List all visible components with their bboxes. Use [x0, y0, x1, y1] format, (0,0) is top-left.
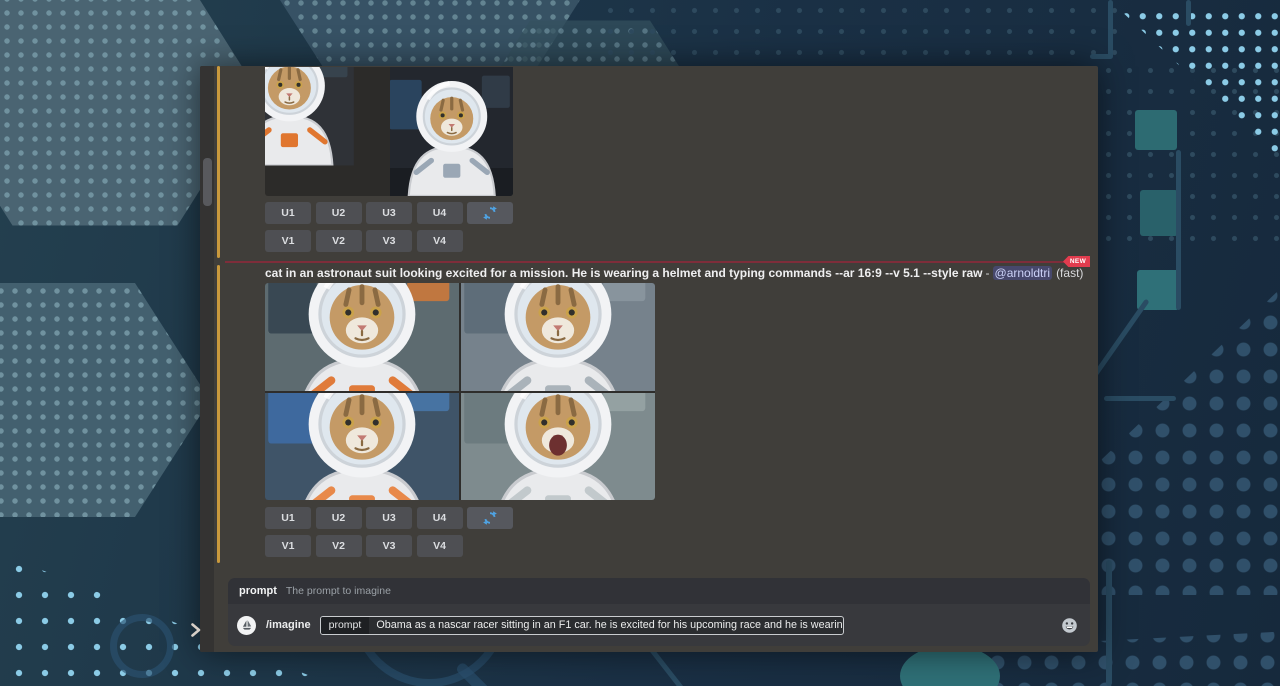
u1-button[interactable]: U1: [265, 507, 311, 529]
channel-scrollbar-track[interactable]: [200, 66, 214, 652]
user-mention[interactable]: @arnoldtri: [993, 266, 1053, 280]
prompt-field-value[interactable]: Obama as a nascar racer sitting in an F1…: [369, 619, 843, 631]
reroll-icon: [483, 511, 497, 525]
prompt-field[interactable]: prompt Obama as a nascar racer sitting i…: [320, 616, 844, 635]
generated-image-grid[interactable]: [265, 283, 655, 500]
circuit-trace: [1186, 0, 1191, 26]
message-prompt-text: cat in an astronaut suit looking excited…: [265, 266, 1085, 280]
circuit-trace: [1104, 396, 1176, 401]
circuit-square: [1135, 110, 1177, 150]
cat-astronaut-image-3[interactable]: [265, 393, 459, 501]
circuit-trace: [1090, 54, 1113, 59]
screen: U1 U2 U3 U4 V1 V2 V3 V4 NEW cat in an as…: [0, 0, 1280, 686]
option-description: The prompt to imagine: [286, 585, 391, 597]
variation-button-row: V1 V2 V3 V4: [265, 535, 463, 557]
v3-button[interactable]: V3: [366, 535, 412, 557]
circuit-trace: [1176, 150, 1181, 310]
cat-astronaut-image[interactable]: [390, 67, 514, 196]
upscale-button-row: U1 U2 U3 U4: [265, 507, 513, 529]
v3-button[interactable]: V3: [366, 230, 412, 252]
magnifier-handle: [455, 661, 512, 686]
reroll-button[interactable]: [467, 202, 513, 224]
v4-button[interactable]: V4: [417, 230, 463, 252]
prompt-field-label: prompt: [321, 617, 370, 634]
circle-illustration: [110, 614, 174, 678]
message-accent-bar: [217, 66, 220, 258]
cat-astronaut-image-4[interactable]: [461, 393, 655, 501]
cyan-dot-pattern: [1118, 8, 1280, 160]
emoji-picker-icon[interactable]: [1061, 617, 1078, 634]
v1-button[interactable]: V1: [265, 535, 311, 557]
new-messages-divider: [225, 261, 1089, 263]
prompt-text: cat in an astronaut suit looking excited…: [265, 266, 983, 280]
sailboat-icon: [241, 619, 253, 631]
hexagon-pattern: [0, 270, 210, 530]
circuit-trace: [1108, 0, 1113, 58]
dot-pattern: [600, 0, 1120, 66]
discord-window: U1 U2 U3 U4 V1 V2 V3 V4 NEW cat in an as…: [200, 66, 1098, 652]
u3-button[interactable]: U3: [366, 202, 412, 224]
u1-button[interactable]: U1: [265, 202, 311, 224]
circuit-square: [1137, 270, 1179, 310]
chevron-right-icon[interactable]: [190, 622, 202, 638]
v4-button[interactable]: V4: [417, 535, 463, 557]
reroll-icon: [483, 206, 497, 220]
u4-button[interactable]: U4: [417, 507, 463, 529]
cat-astronaut-image-2[interactable]: [461, 283, 655, 391]
v2-button[interactable]: V2: [316, 535, 362, 557]
slash-command-option-row[interactable]: prompt The prompt to imagine: [228, 578, 1090, 604]
v2-button[interactable]: V2: [316, 230, 362, 252]
upscale-button-row: U1 U2 U3 U4: [265, 202, 513, 224]
midjourney-avatar: [237, 616, 256, 635]
u3-button[interactable]: U3: [366, 507, 412, 529]
u2-button[interactable]: U2: [316, 507, 362, 529]
message-composer[interactable]: /imagine prompt Obama as a nascar racer …: [228, 604, 1090, 646]
message-accent-bar: [217, 265, 220, 563]
variation-button-row: V1 V2 V3 V4: [265, 230, 463, 252]
dot-pattern: [1098, 60, 1280, 250]
dot-pattern: [1095, 255, 1280, 595]
cat-astronaut-image-1[interactable]: [265, 283, 459, 391]
circuit-square: [1140, 190, 1178, 236]
scrollbar-thumb[interactable]: [203, 158, 212, 206]
v1-button[interactable]: V1: [265, 230, 311, 252]
dash-separator: -: [986, 266, 990, 280]
option-title: prompt: [239, 585, 277, 597]
cat-astronaut-image[interactable]: [265, 67, 389, 196]
circuit-trace: [1106, 560, 1112, 686]
imagine-command-label: /imagine: [266, 619, 311, 631]
u2-button[interactable]: U2: [316, 202, 362, 224]
u4-button[interactable]: U4: [417, 202, 463, 224]
generation-mode-label: (fast): [1056, 266, 1083, 280]
reroll-button[interactable]: [467, 507, 513, 529]
generated-image-grid-previous[interactable]: [265, 67, 513, 196]
